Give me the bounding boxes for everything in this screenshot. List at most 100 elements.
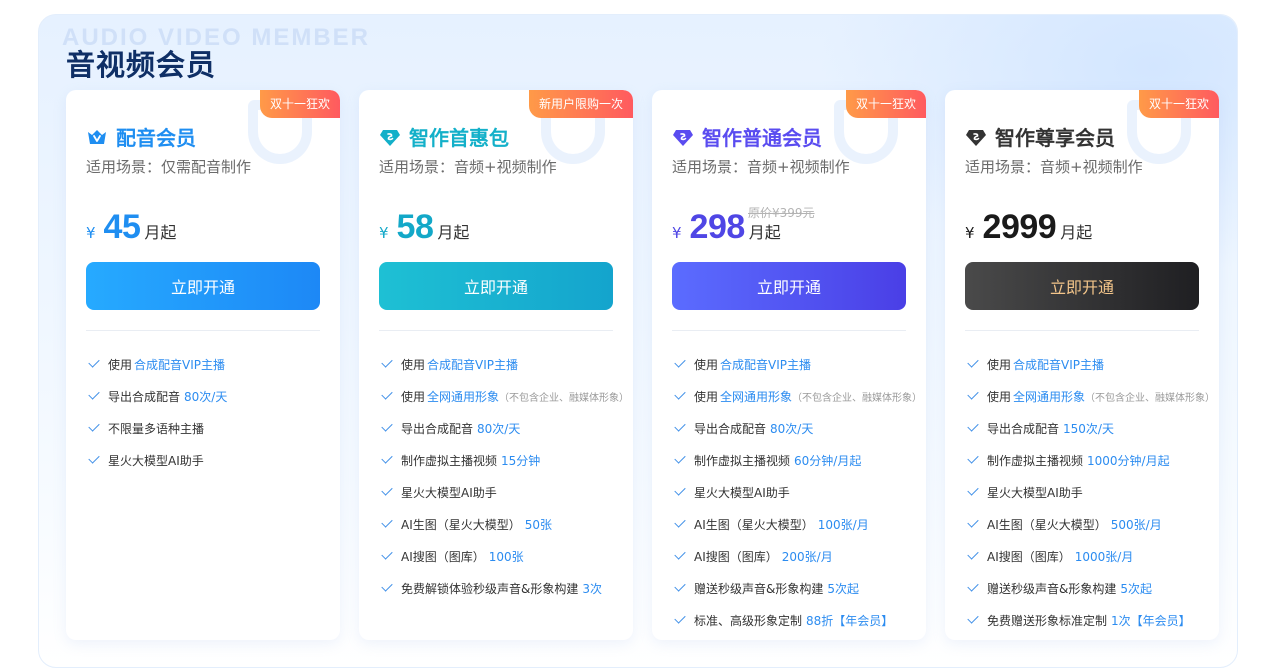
feature-highlight: 合成配音VIP主播 bbox=[1013, 357, 1105, 372]
check-icon bbox=[967, 484, 979, 496]
price-row: ¥2999 月起 bbox=[965, 208, 1092, 247]
promo-badge: 双十一狂欢 bbox=[259, 90, 340, 118]
feature-text: AI生图（星火大模型） bbox=[987, 517, 1107, 532]
check-icon bbox=[381, 516, 393, 528]
price-row: ¥45 月起 bbox=[86, 208, 176, 247]
divider bbox=[86, 330, 320, 331]
check-icon bbox=[88, 356, 100, 368]
feature-text: 导出合成配音 bbox=[694, 421, 767, 436]
feature-item: 赠送秒级声音&形象构建 5次起 bbox=[672, 572, 922, 604]
feature-list: 使用 合成配音VIP主播 使用 全网通用形象 （不包含企业、融媒体形象） 导出合成配音 80… bbox=[379, 348, 629, 604]
feature-highlight: 88折【年会员】 bbox=[806, 613, 894, 628]
check-icon bbox=[967, 612, 979, 624]
plan-header: 配音会员 bbox=[86, 122, 196, 151]
feature-item: 使用 全网通用形象 （不包含企业、融媒体形象） bbox=[672, 380, 922, 412]
feature-text: 星火大模型AI助手 bbox=[694, 485, 790, 500]
feature-item: 星火大模型AI助手 bbox=[672, 476, 922, 508]
feature-highlight: 5次起 bbox=[1120, 581, 1152, 596]
check-icon bbox=[674, 516, 686, 528]
feature-text: 赠送秒级声音&形象构建 bbox=[694, 581, 824, 596]
feature-highlight: 全网通用形象 bbox=[720, 389, 793, 404]
feature-highlight: 500张/月 bbox=[1110, 517, 1162, 532]
subscribe-button[interactable]: 立即开通 bbox=[86, 262, 320, 310]
feature-text: 导出合成配音 bbox=[401, 421, 474, 436]
feature-item: AI搜图（图库） 200张/月 bbox=[672, 540, 922, 572]
feature-item: 导出合成配音 80次/天 bbox=[672, 412, 922, 444]
original-price: 原价¥399元 bbox=[748, 206, 815, 220]
feature-text: 星火大模型AI助手 bbox=[108, 453, 204, 468]
price-unit: 月起 bbox=[1060, 223, 1093, 242]
feature-highlight: 合成配音VIP主播 bbox=[134, 357, 226, 372]
feature-highlight: 100张/月 bbox=[817, 517, 869, 532]
feature-item: 使用 全网通用形象 （不包含企业、融媒体形象） bbox=[379, 380, 629, 412]
diamond-s-icon bbox=[965, 126, 987, 148]
subscribe-button[interactable]: 立即开通 bbox=[379, 262, 613, 310]
feature-highlight: 100张 bbox=[488, 549, 524, 564]
feature-item: AI生图（星火大模型） 50张 bbox=[379, 508, 629, 540]
feature-highlight: 3次 bbox=[582, 581, 602, 596]
feature-item: AI生图（星火大模型） 100张/月 bbox=[672, 508, 922, 540]
feature-text: 使用 bbox=[694, 389, 719, 404]
feature-text: 使用 bbox=[401, 357, 426, 372]
plan-card: 双十一狂欢 智作尊享会员 适用场景：音频+视频制作 ¥2999 月起 立即开通 使用 合成配音… bbox=[945, 90, 1219, 640]
subscribe-button[interactable]: 立即开通 bbox=[965, 262, 1199, 310]
feature-text: 星火大模型AI助手 bbox=[401, 485, 497, 500]
feature-highlight: 1000张/月 bbox=[1074, 549, 1134, 564]
check-icon bbox=[967, 580, 979, 592]
check-icon bbox=[674, 612, 686, 624]
plan-price: 298 bbox=[689, 208, 746, 246]
check-icon bbox=[381, 388, 393, 400]
plan-price: 45 bbox=[103, 208, 141, 246]
feature-item: 免费赠送形象标准定制 1次【年会员】 bbox=[965, 604, 1215, 636]
feature-highlight: 80次/天 bbox=[770, 421, 814, 436]
feature-item: 星火大模型AI助手 bbox=[86, 444, 336, 476]
promo-badge: 双十一狂欢 bbox=[845, 90, 926, 118]
check-icon bbox=[674, 388, 686, 400]
currency-symbol: ¥ bbox=[86, 224, 96, 242]
check-icon bbox=[674, 452, 686, 464]
feature-item: 使用 合成配音VIP主播 bbox=[379, 348, 629, 380]
feature-text: AI搜图（图库） bbox=[694, 549, 778, 564]
check-icon bbox=[967, 388, 979, 400]
promo-badge: 双十一狂欢 bbox=[1138, 90, 1219, 118]
check-icon bbox=[381, 484, 393, 496]
feature-highlight: 全网通用形象 bbox=[427, 389, 500, 404]
feature-text: 使用 bbox=[108, 357, 133, 372]
feature-note: （不包含企业、融媒体形象） bbox=[1085, 392, 1216, 404]
check-icon bbox=[674, 356, 686, 368]
feature-item: 免费解锁体验秒级声音&形象构建 3次 bbox=[379, 572, 629, 604]
feature-text: 使用 bbox=[401, 389, 426, 404]
feature-item: 不限量多语种主播 bbox=[86, 412, 336, 444]
feature-item: AI搜图（图库） 100张 bbox=[379, 540, 629, 572]
subscribe-button[interactable]: 立即开通 bbox=[672, 262, 906, 310]
feature-item: 赠送秒级声音&形象构建 5次起 bbox=[965, 572, 1215, 604]
check-icon bbox=[88, 452, 100, 464]
feature-item: 使用 合成配音VIP主播 bbox=[672, 348, 922, 380]
feature-text: 使用 bbox=[987, 357, 1012, 372]
plan-name: 智作普通会员 bbox=[702, 126, 822, 150]
promo-badge: 新用户限购一次 bbox=[528, 90, 633, 118]
feature-note: （不包含企业、融媒体形象） bbox=[499, 392, 630, 404]
check-icon bbox=[381, 356, 393, 368]
feature-text: AI搜图（图库） bbox=[401, 549, 485, 564]
currency-symbol: ¥ bbox=[672, 224, 682, 242]
feature-text: 使用 bbox=[987, 389, 1012, 404]
feature-highlight: 合成配音VIP主播 bbox=[720, 357, 812, 372]
feature-item: 导出合成配音 80次/天 bbox=[86, 380, 336, 412]
plan-scene: 适用场景：音频+视频制作 bbox=[672, 158, 850, 176]
feature-item: 标准、高级形象定制 88折【年会员】 bbox=[672, 604, 922, 636]
feature-text: 赠送秒级声音&形象构建 bbox=[987, 581, 1117, 596]
feature-highlight: 60分钟/月起 bbox=[794, 453, 862, 468]
feature-item: AI生图（星火大模型） 500张/月 bbox=[965, 508, 1215, 540]
feature-text: 星火大模型AI助手 bbox=[987, 485, 1083, 500]
check-icon bbox=[381, 548, 393, 560]
check-icon bbox=[967, 420, 979, 432]
feature-highlight: 150次/天 bbox=[1063, 421, 1114, 436]
feature-item: 星火大模型AI助手 bbox=[379, 476, 629, 508]
feature-highlight: 1000分钟/月起 bbox=[1087, 453, 1170, 468]
plan-price: 2999 bbox=[982, 208, 1057, 246]
feature-item: 使用 全网通用形象 （不包含企业、融媒体形象） bbox=[965, 380, 1215, 412]
feature-text: 免费赠送形象标准定制 bbox=[987, 613, 1108, 628]
feature-list: 使用 合成配音VIP主播 使用 全网通用形象 （不包含企业、融媒体形象） 导出合成配音 80… bbox=[672, 348, 922, 636]
plan-name: 智作首惠包 bbox=[409, 126, 509, 150]
